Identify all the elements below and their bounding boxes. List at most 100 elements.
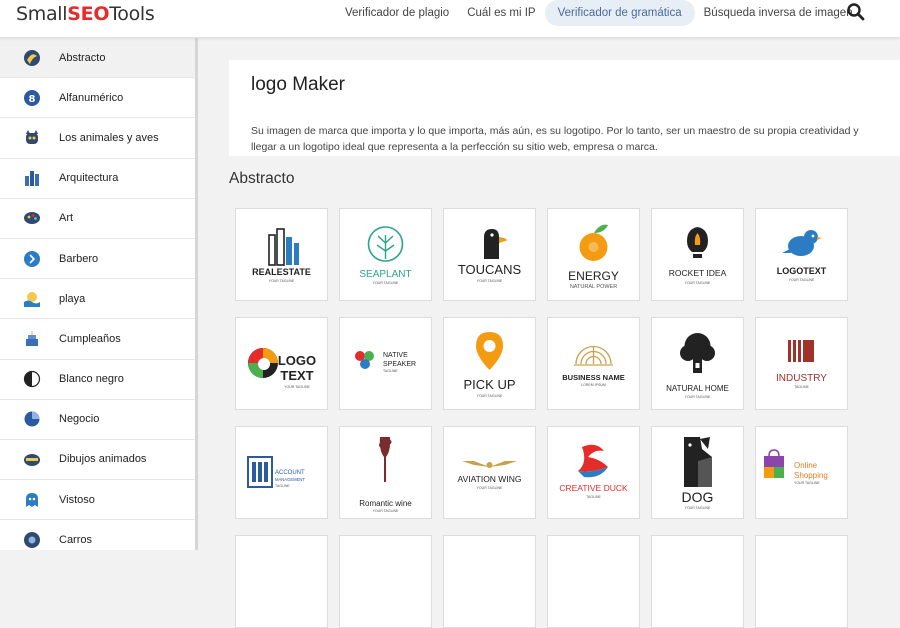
logo-tile-account-management[interactable]: ACCOUNT MANAGEMENT TAGLINE — [235, 426, 328, 519]
sidebar-item-label: Art — [59, 212, 74, 225]
logo-tile-logotext[interactable]: LOGOTEXT YOUR TAGLINE — [755, 208, 848, 301]
shopping-bag-icon — [764, 449, 784, 478]
logo-tagline: YOUR TAGLINE — [373, 509, 399, 513]
logo-tile-energy[interactable]: ENERGY NATURAL POWER — [547, 208, 640, 301]
logo-tile-creative-duck[interactable]: CREATIVE DUCK TAGLINE — [547, 426, 640, 519]
logo-tile-dog[interactable]: DOG YOUR TAGLINE — [651, 426, 744, 519]
logo-tile-industry[interactable]: INDUSTRY TAGLINE — [755, 317, 848, 410]
page-description: Su imagen de marca que importa y lo que … — [251, 125, 859, 153]
logo-tagline: TAGLINE — [586, 495, 601, 499]
cartoon-icon — [23, 450, 41, 468]
site-logo[interactable]: SmallSEOTools — [16, 3, 155, 25]
logo-tagline: YOUR TAGLINE — [284, 385, 310, 389]
logo-tile-online-shopping[interactable]: Online Shopping YOUR TAGLINE — [755, 426, 848, 519]
nav-what-is-my-ip[interactable]: Cuál es mi IP — [458, 0, 544, 26]
factory-icon — [788, 340, 814, 362]
logo-tile-romantic-wine[interactable]: Romantic wine YOUR TAGLINE — [339, 426, 432, 519]
logo-tagline: NATURAL POWER — [570, 284, 617, 290]
sidebar-item-label: playa — [59, 292, 86, 305]
logo-name-line-1: ACCOUNT — [275, 470, 305, 476]
sidebar-item-label: Arquitectura — [59, 172, 119, 185]
sidebar-item-label: Alfanumérico — [59, 91, 124, 104]
logo-tile-pick-up[interactable]: PICK UP YOUR TAGLINE — [443, 317, 536, 410]
logo-tile-partial-6[interactable] — [755, 535, 848, 628]
sidebar-item-label: Barbero — [59, 252, 99, 265]
duck-swoosh-icon — [578, 444, 608, 478]
logo-tile-business-name[interactable]: BUSINESS NAME LOREM IPSUM — [547, 317, 640, 410]
sidebar-item-colorful[interactable]: Vistoso — [0, 480, 195, 521]
sidebar-item-barber[interactable]: Barbero — [0, 239, 195, 280]
logo-tile-logo-text[interactable]: LOGO TEXT YOUR TAGLINE — [235, 317, 328, 410]
logo-tagline: YOUR TAGLINE — [794, 481, 820, 485]
logo-name: ROCKET IDEA — [669, 268, 727, 278]
logo-name: CREATIVE DUCK — [559, 483, 628, 493]
cars-icon — [23, 531, 41, 549]
logo-tile-partial-4[interactable] — [547, 535, 640, 628]
logo-tagline: TAGLINE — [383, 369, 398, 373]
logo-name-line-1: NATIVE — [383, 352, 408, 359]
logo-tile-partial-5[interactable] — [651, 535, 744, 628]
svg-text:8: 8 — [29, 94, 36, 105]
nav-grammar-checker[interactable]: Verificador de gramática — [544, 0, 695, 26]
search-icon[interactable] — [846, 2, 866, 22]
sidebar-item-cars[interactable]: Carros — [0, 520, 195, 550]
alphanumeric-icon: 8 — [23, 89, 41, 107]
page-title: logo Maker — [251, 74, 345, 95]
orange-fruit-icon — [579, 224, 608, 261]
sidebar-item-label: Carros — [59, 533, 93, 546]
nav-plagiarism-checker[interactable]: Verificador de plagio — [336, 0, 458, 26]
logo-name: ENERGY — [568, 269, 619, 283]
top-header: SmallSEOTools Verificador de plagio Cuál… — [0, 0, 900, 38]
sidebar-item-architecture[interactable]: Arquitectura — [0, 159, 195, 199]
section-title: Abstracto — [229, 170, 295, 187]
sidebar-item-label: Vistoso — [59, 493, 95, 506]
logo-tile-aviation-wing[interactable]: AVIATION WING YOUR TAGLINE — [443, 426, 536, 519]
toucan-icon — [484, 229, 508, 259]
wine-glass-icon — [379, 437, 392, 482]
logo-tile-natural-home[interactable]: NATURAL HOME YOUR TAGLINE — [651, 317, 744, 410]
sidebar-item-abstract[interactable]: Abstracto — [0, 38, 195, 79]
barber-icon — [23, 250, 41, 268]
logo-tagline: LOREM IPSUM — [581, 383, 606, 387]
logo-tagline: YOUR TAGLINE — [373, 281, 399, 285]
logo-name: REALESTATE — [252, 267, 311, 277]
logo-tile-native-speaker[interactable]: NATIVE SPEAKER TAGLINE — [339, 317, 432, 410]
logo-tile-realestate[interactable]: REALESTATE YOUR TAGLINE — [235, 208, 328, 301]
sidebar-item-black-white[interactable]: Blanco negro — [0, 360, 195, 400]
sidebar-item-alphanumeric[interactable]: 8 Alfanumérico — [0, 78, 195, 119]
logo-tagline: YOUR TAGLINE — [685, 395, 711, 399]
sunburst-arch-icon — [574, 345, 613, 366]
logo-tile-rocket-idea[interactable]: ROCKET IDEA YOUR TAGLINE — [651, 208, 744, 301]
beach-icon — [23, 290, 41, 308]
sidebar-item-label: Los animales y aves — [59, 131, 159, 144]
nav-reverse-image-search[interactable]: Búsqueda inversa de imagen — [695, 0, 862, 26]
logo-tile-partial-3[interactable] — [443, 535, 536, 628]
building-columns-icon — [247, 456, 273, 488]
sidebar-item-animals[interactable]: Los animales y aves — [0, 118, 195, 159]
logo-name: TOUCANS — [458, 262, 522, 277]
abstract-icon — [23, 49, 41, 67]
wings-icon — [462, 461, 517, 468]
map-pin-icon — [476, 332, 503, 370]
logo-tile-partial-2[interactable] — [339, 535, 432, 628]
colorful-icon — [23, 491, 41, 509]
logo-tile-toucans[interactable]: TOUCANS YOUR TAGLINE — [443, 208, 536, 301]
sidebar-item-cartoon[interactable]: Dibujos animados — [0, 440, 195, 481]
logo-name: DOG — [682, 489, 714, 505]
logo-name-line-2: TEXT — [280, 368, 313, 383]
sidebar-item-birthday[interactable]: Cumpleaños — [0, 319, 195, 360]
sidebar-item-label: Cumpleaños — [59, 332, 121, 345]
logo-tile-seaplant[interactable]: SEAPLANT YOUR TAGLINE — [339, 208, 432, 301]
sidebar-item-beach[interactable]: playa — [0, 279, 195, 320]
sidebar-item-art[interactable]: Art — [0, 199, 195, 239]
speech-bubbles-icon — [355, 351, 374, 369]
tree-house-icon — [680, 333, 715, 373]
sidebar-item-label: Blanco negro — [59, 373, 124, 386]
sidebar-item-label: Abstracto — [59, 51, 106, 64]
business-icon — [23, 410, 41, 428]
logo-tagline: YOUR TAGLINE — [789, 278, 815, 282]
sidebar-item-business[interactable]: Negocio — [0, 400, 195, 440]
colorful-swirl-icon — [248, 348, 278, 378]
logo-tile-partial-1[interactable] — [235, 535, 328, 628]
logo-tagline: YOUR TAGLINE — [269, 279, 295, 283]
